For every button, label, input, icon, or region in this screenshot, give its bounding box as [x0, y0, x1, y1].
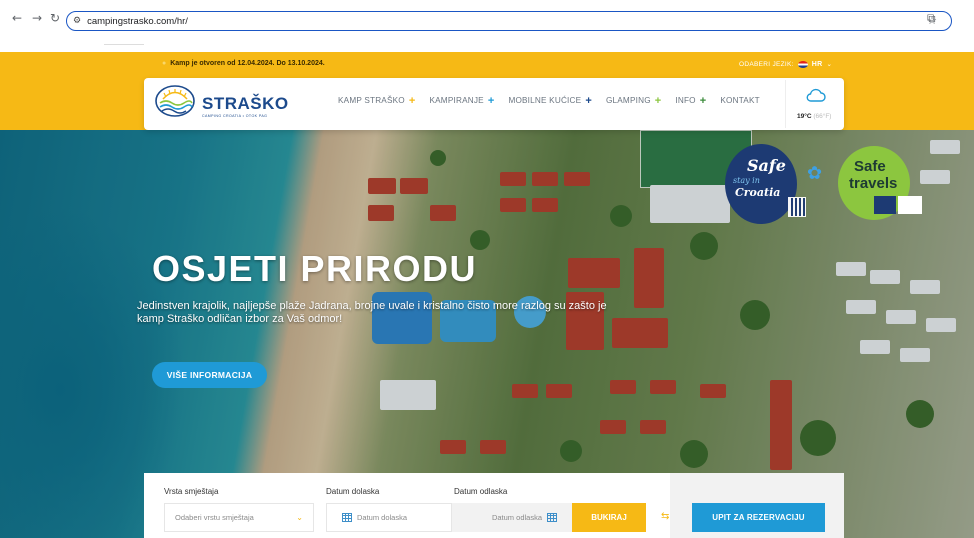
accommodation-type-label: Vrsta smještaja	[164, 487, 219, 496]
weather-widget[interactable]: 19°C (66°F)	[785, 80, 843, 128]
nav-item-mobilne-kucice[interactable]: MOBILNE KUĆICE +	[508, 95, 592, 106]
nav-item-kontakt[interactable]: KONTAKT	[720, 96, 759, 105]
plus-icon[interactable]: +	[700, 95, 707, 106]
more-info-button[interactable]: VIŠE INFORMACIJA	[152, 362, 267, 388]
main-navigation: KAMP STRAŠKO + KAMPIRANJE + MOBILNE KUĆICE…	[338, 95, 774, 106]
arrival-date-field[interactable]: Datum dolaska	[326, 503, 452, 532]
calendar-icon[interactable]	[342, 513, 352, 522]
extensions-icon[interactable]: ⧉	[927, 11, 936, 26]
departure-date-field[interactable]: Datum odlaska	[452, 503, 572, 532]
browser-chrome: ← → ↻ ⚙ campingstrasko.com/hr/ ☆ ⧉	[0, 0, 974, 52]
croatia-flag-icon	[797, 60, 808, 68]
nav-item-kampiranje[interactable]: KAMPIRANJE +	[429, 95, 495, 106]
nav-item-label[interactable]: KONTAKT	[720, 96, 759, 105]
badge-text: travels	[849, 175, 898, 192]
plus-icon[interactable]: +	[488, 95, 495, 106]
nav-item-glamping[interactable]: GLAMPING +	[606, 95, 662, 106]
safe-stay-croatia-badge[interactable]: Safe stay in Croatia	[725, 144, 797, 224]
nav-item-info[interactable]: INFO +	[675, 95, 707, 106]
divider	[104, 44, 144, 45]
badge-text: Safe	[854, 158, 886, 175]
nav-item-label[interactable]: GLAMPING	[606, 96, 651, 105]
plus-icon[interactable]: +	[655, 95, 662, 106]
departure-date-label: Datum odlaska	[454, 487, 508, 496]
plus-icon[interactable]: +	[409, 95, 416, 106]
language-selector[interactable]: ODABERI JEZIK: HR ⌄	[739, 60, 832, 68]
accommodation-type-select[interactable]: Odaberi vrstu smještaja ⌄	[164, 503, 314, 532]
plus-icon[interactable]: +	[585, 95, 592, 106]
address-bar[interactable]: ⚙ campingstrasko.com/hr/ ☆	[66, 11, 952, 31]
site-logo-name[interactable]: STRAŠKO	[202, 94, 289, 114]
nav-item-label[interactable]: KAMP STRAŠKO	[338, 96, 405, 105]
nav-item-label[interactable]: MOBILNE KUĆICE	[508, 96, 581, 105]
site-logo-tagline: CAMPING CROATIA • OTOK PAG	[202, 114, 268, 118]
badge-text: Safe	[747, 156, 786, 175]
calendar-icon[interactable]	[547, 513, 557, 522]
wttc-logo-icon	[874, 196, 896, 214]
badge-text: Croatia	[735, 186, 781, 199]
back-icon[interactable]: ←	[12, 11, 22, 25]
hero-title: OSJETI PRIRODU	[152, 248, 478, 289]
forward-icon[interactable]: →	[32, 11, 42, 25]
chevron-down-icon[interactable]: ⌄	[296, 513, 303, 522]
reservation-inquiry-button[interactable]: UPIT ZA REZERVACIJU	[692, 503, 825, 532]
select-placeholder[interactable]: Odaberi vrstu smještaja	[175, 513, 254, 522]
strasko-logo-icon[interactable]	[154, 84, 196, 118]
language-label: ODABERI JEZIK:	[739, 60, 794, 68]
qr-code-icon	[788, 197, 806, 217]
weather-temperature: 19°C (66°F)	[797, 113, 831, 120]
nav-item-label[interactable]: KAMPIRANJE	[429, 96, 483, 105]
opening-notice-text: Kamp je otvoren od 12.04.2024. Do 13.10.…	[170, 60, 325, 67]
site-settings-icon[interactable]: ⚙	[73, 16, 81, 26]
swirl-icon: ✿	[807, 163, 823, 184]
language-code[interactable]: HR	[812, 61, 823, 68]
opening-notice: ● Kamp je otvoren od 12.04.2024. Do 13.10…	[162, 60, 325, 67]
chevron-down-icon[interactable]: ⌄	[826, 60, 832, 68]
arrival-placeholder[interactable]: Datum dolaska	[357, 513, 407, 522]
croatia-tourism-logo-icon	[898, 196, 922, 214]
book-button[interactable]: BUKIRAJ	[572, 503, 646, 532]
badge-text: stay in	[733, 176, 760, 185]
url-text[interactable]: campingstrasko.com/hr/	[87, 16, 188, 27]
temp-fahrenheit: (66°F)	[813, 113, 832, 120]
nav-item-label[interactable]: INFO	[675, 96, 695, 105]
temp-celsius: 19°C	[797, 113, 812, 120]
reload-icon[interactable]: ↻	[50, 11, 60, 25]
hero-subtitle: Jedinstven krajolik, najljepše plaže Jad…	[137, 300, 607, 325]
cloud-icon	[806, 88, 826, 102]
info-dot-icon: ●	[162, 60, 167, 67]
arrival-date-label: Datum dolaska	[326, 487, 380, 496]
departure-placeholder[interactable]: Datum odlaska	[492, 513, 542, 522]
nav-item-kamp-strasko[interactable]: KAMP STRAŠKO +	[338, 95, 416, 106]
swap-arrows-icon: ⇆	[661, 511, 670, 522]
